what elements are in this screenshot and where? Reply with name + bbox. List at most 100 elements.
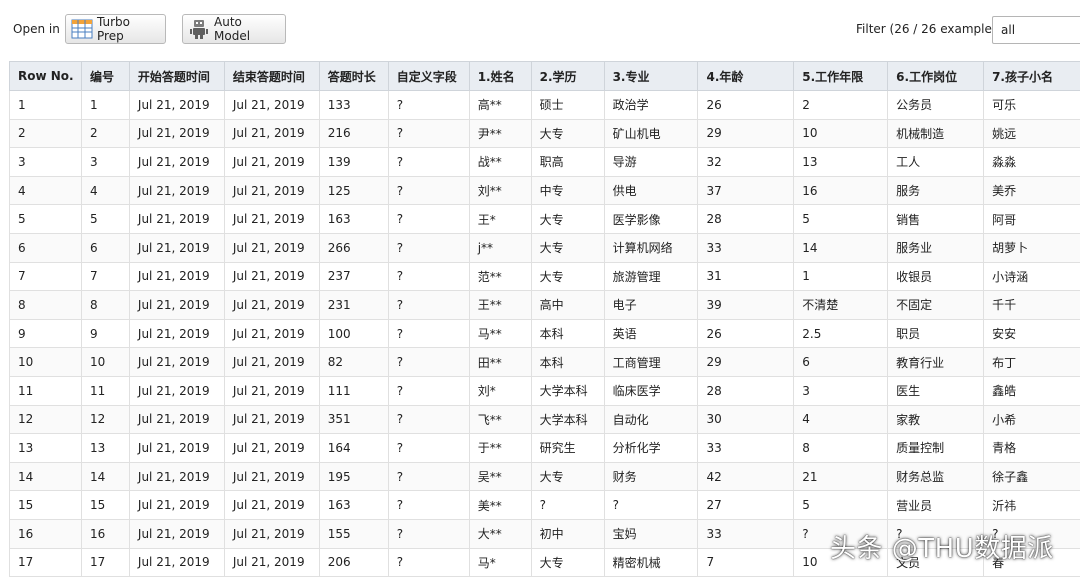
cell-end-time: Jul 21, 2019: [223, 318, 320, 349]
column-header-education[interactable]: 2.学历: [530, 61, 605, 91]
column-header-duration[interactable]: 答题时长: [318, 61, 389, 91]
cell-id: 17: [80, 547, 130, 578]
cell-id: 8: [80, 290, 130, 320]
cell-custom-field: ?: [387, 175, 470, 206]
table-row[interactable]: 3 3 Jul 21, 2019 Jul 21, 2019 139? 战** 职高 导游 32 1…: [9, 147, 1080, 177]
column-header-major[interactable]: 3.专业: [603, 61, 699, 91]
cell-work-years: 5: [793, 204, 889, 234]
cell-id: 4: [80, 175, 130, 206]
cell-education: 大专: [530, 261, 605, 292]
table-row[interactable]: 6 6 Jul 21, 2019 Jul 21, 2019 266? j** 大专 计算机网络…: [9, 232, 1080, 263]
cell-major: 矿山机电: [603, 118, 699, 149]
cell-start-time: Jul 21, 2019: [128, 147, 225, 177]
cell-job: 收银员: [887, 261, 985, 292]
cell-name: 飞**: [468, 404, 532, 435]
cell-start-time: Jul 21, 2019: [128, 232, 225, 263]
cell-education: 初中: [530, 518, 605, 549]
cell-custom-field: ?: [387, 90, 470, 120]
cell-id: 6: [80, 232, 130, 263]
table-row[interactable]: 11 11 Jul 21, 2019 Jul 21, 2019 111? 刘* 大学本科 临床…: [9, 375, 1080, 406]
cell-id: 1: [80, 90, 130, 120]
cell-start-time: Jul 21, 2019: [128, 547, 225, 578]
cell-major: 分析化学: [603, 433, 699, 463]
filter-input[interactable]: [992, 16, 1080, 44]
column-header-age[interactable]: 4.年龄: [697, 61, 795, 91]
cell-custom-field: ?: [387, 347, 470, 377]
column-header-end-time[interactable]: 结束答题时间: [223, 61, 320, 91]
cell-end-time: Jul 21, 2019: [223, 461, 320, 492]
column-header-child-nickname[interactable]: 7.孩子小名: [983, 61, 1080, 91]
cell-id: 5: [80, 204, 130, 234]
table-row[interactable]: 15 15 Jul 21, 2019 Jul 21, 2019 163? 美**?? 27 5…: [9, 490, 1080, 520]
table-row[interactable]: 13 13 Jul 21, 2019 Jul 21, 2019 164? 于** 研究生 分析…: [9, 433, 1080, 463]
cell-row-no: 8: [9, 290, 82, 320]
cell-row-no: 15: [9, 490, 82, 520]
cell-end-time: Jul 21, 2019: [223, 204, 320, 234]
toolbar: Open in Turbo Prep Auto Model Filter (26…: [0, 0, 1080, 60]
cell-age: 28: [697, 204, 795, 234]
cell-major: 临床医学: [603, 375, 699, 406]
table-row[interactable]: 10 10 Jul 21, 2019 Jul 21, 2019 82? 田** 本科 工商管理…: [9, 347, 1080, 377]
table-row[interactable]: 5 5 Jul 21, 2019 Jul 21, 2019 163? 王* 大专 医学影像 28…: [9, 204, 1080, 234]
table-row[interactable]: 4 4 Jul 21, 2019 Jul 21, 2019 125? 刘** 中专 供电 37 1…: [9, 175, 1080, 206]
column-header-work-years[interactable]: 5.工作年限: [793, 61, 889, 91]
cell-custom-field: ?: [387, 290, 470, 320]
column-header-job[interactable]: 6.工作岗位: [887, 61, 985, 91]
cell-job: 质量控制: [887, 433, 985, 463]
table-row[interactable]: 1 1 Jul 21, 2019 Jul 21, 2019 133? 高** 硕士 政治学 26…: [9, 90, 1080, 120]
cell-name: 范**: [468, 261, 532, 292]
turbo-prep-button[interactable]: Turbo Prep: [65, 14, 166, 44]
cell-custom-field: ?: [387, 261, 470, 292]
auto-model-button[interactable]: Auto Model: [182, 14, 286, 44]
cell-row-no: 3: [9, 147, 82, 177]
cell-child-nickname: 小诗涵: [983, 261, 1080, 292]
table-row[interactable]: 8 8 Jul 21, 2019 Jul 21, 2019 231? 王** 高中 电子 39 不…: [9, 290, 1080, 320]
cell-duration: 266: [318, 232, 389, 263]
column-header-row-no[interactable]: Row No.: [9, 61, 82, 91]
turbo-prep-grid-icon: [71, 18, 93, 40]
cell-work-years: 21: [793, 461, 889, 492]
cell-custom-field: ?: [387, 375, 470, 406]
cell-education: ?: [530, 490, 605, 520]
column-header-name[interactable]: 1.姓名: [468, 61, 532, 91]
column-header-id[interactable]: 编号: [80, 61, 130, 91]
cell-work-years: ?: [793, 518, 889, 549]
cell-id: 13: [80, 433, 130, 463]
cell-name: 于**: [468, 433, 532, 463]
cell-age: 7: [697, 547, 795, 578]
cell-row-no: 6: [9, 232, 82, 263]
cell-job: 机械制造: [887, 118, 985, 149]
cell-name: 吴**: [468, 461, 532, 492]
cell-work-years: 16: [793, 175, 889, 206]
cell-end-time: Jul 21, 2019: [223, 90, 320, 120]
cell-custom-field: ?: [387, 204, 470, 234]
table-row[interactable]: 9 9 Jul 21, 2019 Jul 21, 2019 100? 马** 本科 英语 26 2…: [9, 318, 1080, 349]
cell-end-time: Jul 21, 2019: [223, 490, 320, 520]
cell-duration: 237: [318, 261, 389, 292]
table-row[interactable]: 17 17 Jul 21, 2019 Jul 21, 2019 206? 马* 大专 精密机械…: [9, 547, 1080, 578]
cell-job: 服务: [887, 175, 985, 206]
cell-end-time: Jul 21, 2019: [223, 347, 320, 377]
column-header-custom-field[interactable]: 自定义字段: [387, 61, 470, 91]
cell-end-time: Jul 21, 2019: [223, 433, 320, 463]
cell-child-nickname: 美乔: [983, 175, 1080, 206]
table-row[interactable]: 2 2 Jul 21, 2019 Jul 21, 2019 216? 尹** 大专 矿山机电 2…: [9, 118, 1080, 149]
cell-name: 美**: [468, 490, 532, 520]
cell-child-nickname: 小希: [983, 404, 1080, 435]
cell-major: 供电: [603, 175, 699, 206]
cell-child-nickname: 布丁: [983, 347, 1080, 377]
cell-age: 39: [697, 290, 795, 320]
table-row[interactable]: 7 7 Jul 21, 2019 Jul 21, 2019 237? 范** 大专 旅游管理 3…: [9, 261, 1080, 292]
cell-major: 政治学: [603, 90, 699, 120]
auto-model-label: Auto Model: [214, 15, 251, 43]
cell-custom-field: ?: [387, 461, 470, 492]
cell-end-time: Jul 21, 2019: [223, 232, 320, 263]
cell-duration: 351: [318, 404, 389, 435]
column-header-start-time[interactable]: 开始答题时间: [128, 61, 225, 91]
cell-start-time: Jul 21, 2019: [128, 90, 225, 120]
table-row[interactable]: 16 16 Jul 21, 2019 Jul 21, 2019 155? 大** 初中 宝妈 3…: [9, 518, 1080, 549]
cell-start-time: Jul 21, 2019: [128, 261, 225, 292]
table-row[interactable]: 12 12 Jul 21, 2019 Jul 21, 2019 351? 飞** 大学本科自…: [9, 404, 1080, 435]
cell-age: 37: [697, 175, 795, 206]
table-row[interactable]: 14 14 Jul 21, 2019 Jul 21, 2019 195? 吴** 大专 财务 4…: [9, 461, 1080, 492]
